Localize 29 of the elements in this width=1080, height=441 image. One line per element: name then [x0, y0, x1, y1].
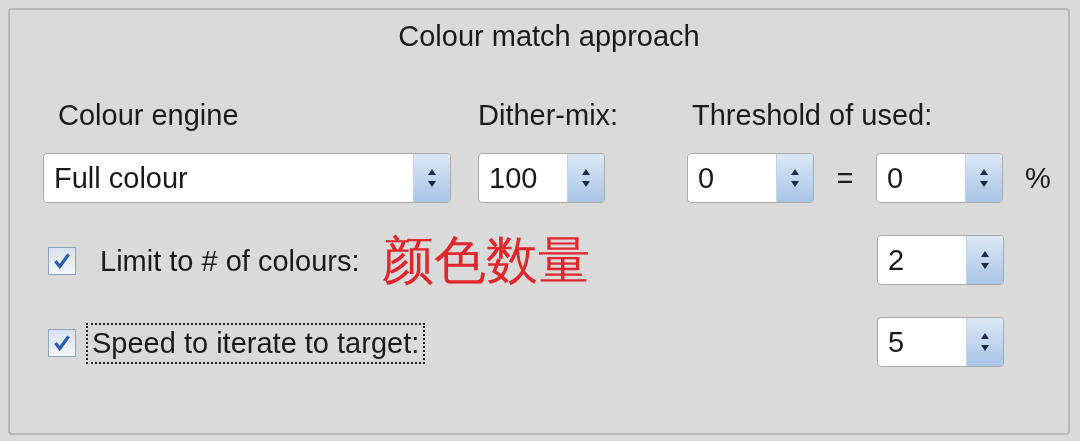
field-label: Dither-mix: — [478, 99, 620, 133]
group-title: Colour match approach — [397, 20, 701, 53]
number-spinner[interactable]: 2 — [877, 235, 1004, 285]
up-down-arrows-icon — [580, 167, 592, 189]
up-down-arrows-icon — [979, 331, 991, 353]
spin-button[interactable] — [966, 318, 1003, 366]
field-label: Threshold of used: — [692, 99, 933, 133]
number-spinner[interactable]: 5 — [877, 317, 1004, 367]
number-spinner[interactable]: 0 — [687, 153, 814, 203]
checkbox[interactable] — [48, 329, 76, 357]
spin-button[interactable] — [413, 154, 450, 202]
annotation-text: 颜色数量 — [381, 229, 590, 292]
checkbox[interactable] — [48, 247, 76, 275]
spin-button[interactable] — [966, 236, 1003, 284]
colour-engine-dropdown[interactable]: Full colour — [43, 153, 451, 203]
number-spinner[interactable]: 0 — [876, 153, 1003, 203]
up-down-arrows-icon — [789, 167, 801, 189]
spin-button[interactable] — [567, 154, 604, 202]
spin-button[interactable] — [776, 154, 813, 202]
percent-unit: % — [1025, 161, 1051, 195]
spin-button[interactable] — [965, 154, 1002, 202]
up-down-arrows-icon — [979, 249, 991, 271]
number-spinner[interactable]: 100 — [478, 153, 605, 203]
field-label: Colour engine — [58, 99, 240, 133]
checkbox-label[interactable]: Speed to iterate to target: — [86, 322, 426, 364]
equals-sign: = — [835, 161, 855, 195]
up-down-arrows-icon — [426, 167, 438, 189]
up-down-arrows-icon — [978, 167, 990, 189]
checkbox-label[interactable]: Limit to # of colours: — [94, 240, 366, 282]
